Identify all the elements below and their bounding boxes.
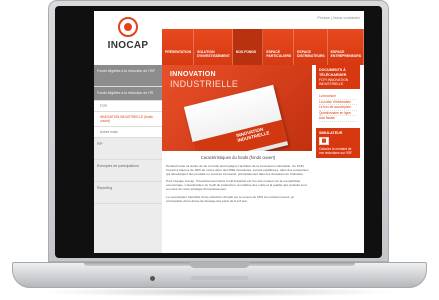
top-bar: Presse | Nous contacter [162, 11, 364, 29]
nav-nos-fonds[interactable]: NOS FONDS [232, 29, 264, 65]
documents-panel-title: DOCUMENTS À TÉLÉCHARGER [319, 68, 347, 77]
sidebar-item-innovation-industrielle[interactable]: INNOVATION INDUSTRIELLE (fonds ouvert) [94, 111, 162, 127]
simulator-title: SIMULATEUR [319, 130, 343, 135]
sidebar-item-autres-fonds[interactable]: Autres fonds [94, 126, 162, 138]
nav-presentation[interactable]: PRÉSENTATION [162, 29, 195, 65]
nav-solution[interactable]: SOLUTION D'INVESTISSEMENT [194, 29, 233, 65]
content-paragraph: Le souscripteur bénéficie d'une réductio… [166, 194, 295, 203]
sidebar: INOCAP Fonds éligibles à la réduction de… [94, 11, 162, 253]
right-column: DOCUMENTS À TÉLÉCHARGER FCPI INNOVATION … [316, 65, 360, 253]
sidebar-item-ir[interactable]: Fonds éligibles à la réduction de l'IR [94, 87, 162, 101]
content-paragraph: Pour l'équipe Inocap, l'investissement d… [166, 179, 307, 192]
doc-link-avis[interactable]: Avis fiscale [319, 116, 357, 122]
nav-distributeurs[interactable]: ESPACE DISTRIBUTEURS [294, 29, 328, 65]
main-nav: PRÉSENTATION SOLUTION D'INVESTISSEMENT N… [162, 29, 364, 65]
content-title: Caractéristiques du fonds (fonds ouvert) [200, 155, 276, 160]
content-paragraph: Pendant toute sa durée de vie le fonds a… [166, 164, 309, 177]
sidebar-item-fcpi[interactable]: FCPI [94, 100, 162, 112]
hero-title: INNOVATION [170, 71, 216, 78]
logo-icon [118, 17, 138, 37]
laptop-shadow [40, 287, 399, 297]
hero-banner: INNOVATION INDUSTRIELLE INNOVATION INDUS… [162, 65, 312, 151]
brochure-image: INNOVATION INDUSTRIELLE [183, 84, 289, 151]
logo[interactable]: INOCAP [94, 11, 162, 65]
main-content: Caractéristiques du fonds (fonds ouvert)… [166, 155, 310, 253]
documents-list: La brochure La notice d'information Le b… [316, 92, 360, 124]
calculator-icon: ▦ [319, 137, 329, 145]
nav-particuliers[interactable]: ESPACE PARTICULIERS [263, 29, 295, 65]
simulator-description: Calculez le montant de vos réductions su… [319, 147, 353, 155]
hero-subtitle: INDUSTRIELLE [170, 79, 239, 89]
laptop-notch [189, 262, 250, 268]
top-links[interactable]: Presse | Nous contacter [317, 15, 360, 20]
documents-panel: DOCUMENTS À TÉLÉCHARGER FCPI INNOVATION … [316, 65, 360, 89]
logo-text: INOCAP [107, 40, 149, 51]
sidebar-item-isf[interactable]: Fonds éligibles à la réduction de l'ISF [94, 65, 162, 87]
sidebar-item-reporting[interactable]: Reporting [94, 182, 162, 204]
trackpad [191, 276, 248, 280]
documents-panel-fund: FCPI INNOVATION INDUSTRIELLE [319, 78, 349, 86]
power-indicator [150, 276, 155, 281]
simulator-panel[interactable]: SIMULATEUR ▦ Calculez le montant de vos … [316, 127, 360, 158]
sidebar-item-exemples[interactable]: Exemples de participations [94, 160, 162, 182]
laptop-screen: INOCAP Fonds éligibles à la réduction de… [94, 11, 364, 253]
side-nav: Fonds éligibles à la réduction de l'ISF … [94, 65, 162, 204]
nav-entrepreneurs[interactable]: ESPACE ENTREPRENEURS [328, 29, 364, 65]
sidebar-item-fip[interactable]: FIP [94, 138, 162, 160]
